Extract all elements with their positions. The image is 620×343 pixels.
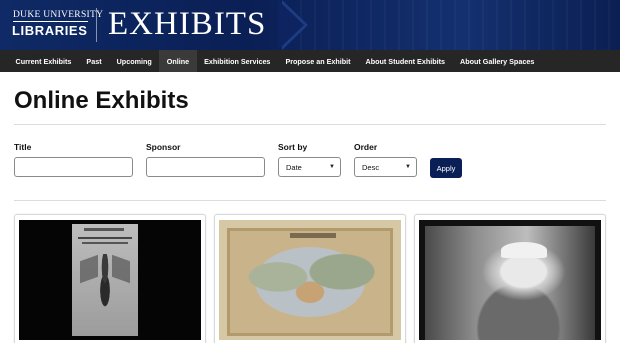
title-label: Title bbox=[14, 142, 32, 152]
header-pattern bbox=[300, 0, 620, 50]
chevron-down-icon: ▼ bbox=[405, 164, 411, 170]
sort-select-value: Date bbox=[286, 162, 302, 172]
sort-label: Sort by bbox=[278, 142, 308, 152]
logo-rule bbox=[13, 21, 88, 22]
sort-select[interactable]: Date ▼ bbox=[278, 157, 341, 177]
nav-item-current-exhibits[interactable]: Current Exhibits bbox=[8, 50, 79, 72]
nav-item-upcoming[interactable]: Upcoming bbox=[109, 50, 159, 72]
exhibit-card[interactable] bbox=[214, 214, 406, 343]
main-nav: Current Exhibits Past Upcoming Online Ex… bbox=[0, 50, 620, 72]
exhibit-image-portrait[interactable] bbox=[419, 220, 601, 340]
sponsor-label: Sponsor bbox=[146, 142, 181, 152]
order-label: Order bbox=[354, 142, 378, 152]
logo-org-top[interactable]: DUKE UNIVERSITY bbox=[13, 10, 103, 20]
site-header: DUKE UNIVERSITY LIBRARIES EXHIBITS bbox=[0, 0, 620, 50]
header-divider bbox=[96, 8, 97, 42]
world-map-illustration bbox=[227, 228, 393, 336]
divider-top bbox=[14, 124, 606, 125]
site-title[interactable]: EXHIBITS bbox=[108, 4, 266, 44]
title-input[interactable] bbox=[14, 157, 133, 177]
nav-item-past[interactable]: Past bbox=[79, 50, 109, 72]
chevron-decoration-inner bbox=[278, 0, 304, 50]
nav-item-propose-exhibit[interactable]: Propose an Exhibit bbox=[278, 50, 358, 72]
nav-item-student-exhibits[interactable]: About Student Exhibits bbox=[358, 50, 452, 72]
nav-item-gallery-spaces[interactable]: About Gallery Spaces bbox=[453, 50, 542, 72]
nav-item-online[interactable]: Online bbox=[159, 50, 197, 72]
portrait-photo bbox=[425, 226, 595, 340]
exhibit-image-map[interactable] bbox=[219, 220, 401, 340]
exhibit-image-engraving[interactable] bbox=[19, 220, 201, 340]
logo-org-bottom[interactable]: LIBRARIES bbox=[12, 23, 87, 38]
book-page-illustration bbox=[72, 224, 138, 336]
nav-item-exhibition-services[interactable]: Exhibition Services bbox=[197, 50, 278, 72]
exhibit-card[interactable] bbox=[414, 214, 606, 343]
page-title: Online Exhibits bbox=[14, 87, 189, 114]
divider-bottom bbox=[14, 200, 606, 201]
order-select[interactable]: Desc ▼ bbox=[354, 157, 417, 177]
apply-button[interactable]: Apply bbox=[430, 158, 462, 178]
exhibit-card[interactable] bbox=[14, 214, 206, 343]
sponsor-input[interactable] bbox=[146, 157, 265, 177]
chevron-down-icon: ▼ bbox=[329, 164, 335, 170]
order-select-value: Desc bbox=[362, 162, 380, 172]
